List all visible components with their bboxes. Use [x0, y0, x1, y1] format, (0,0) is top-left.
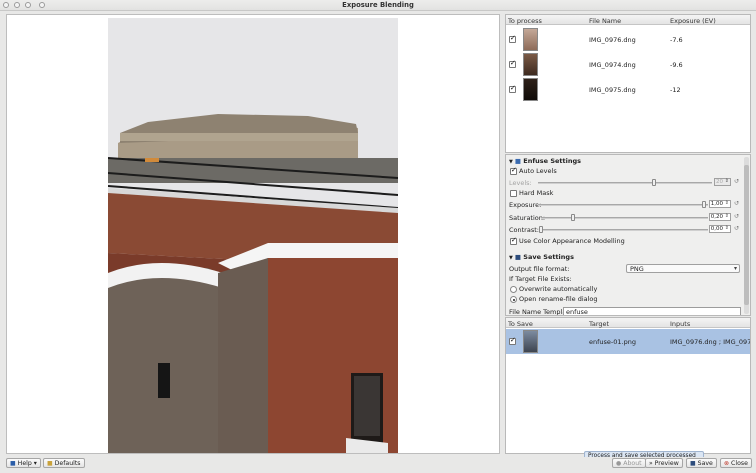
col-file-name[interactable]: File Name	[589, 17, 621, 25]
help-icon: ■	[10, 460, 16, 467]
gear-icon: ■	[514, 157, 522, 165]
file-name: IMG_0974.dng	[589, 61, 636, 69]
preview-icon: »	[649, 460, 653, 467]
file-name: IMG_0976.dng	[589, 36, 636, 44]
saturation-label: Saturation:	[509, 214, 546, 222]
template-input[interactable]: enfuse	[563, 307, 741, 315]
save-checkbox[interactable]	[509, 336, 516, 345]
save-disk-icon: ■	[514, 253, 522, 261]
contrast-slider[interactable]	[539, 226, 708, 233]
thumbnail	[523, 28, 538, 51]
levels-spinbox[interactable]: 20	[714, 178, 731, 186]
exposure-label: Exposure:	[509, 201, 542, 209]
table-row[interactable]: enfuse-01.png IMG_0976.dng ; IMG_0974.d.…	[506, 329, 750, 354]
ciecam-label: Use Color Appearance Modelling	[519, 237, 625, 245]
if-exists-label: If Target File Exists:	[509, 275, 572, 283]
col-target[interactable]: Target	[589, 320, 609, 328]
levels-label: Levels:	[509, 179, 532, 187]
save-disk-icon: ■	[690, 460, 696, 467]
process-checkbox[interactable]	[509, 59, 516, 68]
overwrite-label: Overwrite automatically	[519, 285, 598, 293]
button-bar: ■ Help ▾ ■ Defaults ● About » Preview ■ Save …	[0, 457, 756, 473]
col-to-save[interactable]: To Save	[508, 320, 533, 328]
file-name: IMG_0975.dng	[589, 86, 636, 94]
inputs-value: IMG_0976.dng ; IMG_0974.d...	[670, 338, 750, 346]
reset-icon[interactable]: ↺	[733, 225, 740, 233]
hard-mask-label: Hard Mask	[519, 189, 554, 197]
target-name: enfuse-01.png	[589, 338, 636, 346]
output-format-label: Output file format:	[509, 265, 570, 273]
list-item[interactable]: IMG_0976.dng -7.6	[506, 27, 750, 52]
process-list-header: To process File Name Exposure (EV)	[506, 15, 750, 25]
about-button[interactable]: ● About	[612, 458, 646, 468]
defaults-button[interactable]: ■ Defaults	[43, 458, 85, 468]
process-checkbox[interactable]	[509, 34, 516, 43]
about-icon: ●	[616, 460, 622, 467]
col-inputs[interactable]: Inputs	[670, 320, 690, 328]
col-exposure[interactable]: Exposure (EV)	[670, 17, 716, 25]
collapse-arrow-icon: ▼	[509, 159, 513, 165]
enfuse-settings-title: Enfuse Settings	[523, 157, 582, 165]
list-item[interactable]: IMG_0974.dng -9.6	[506, 52, 750, 77]
overwrite-radio[interactable]	[510, 286, 517, 293]
window-title: Exposure Blending	[342, 1, 414, 9]
col-to-process[interactable]: To process	[508, 17, 542, 25]
reset-icon[interactable]: ↺	[733, 200, 740, 208]
exposure-value: -9.6	[670, 61, 683, 69]
process-list: To process File Name Exposure (EV) IMG_0…	[505, 14, 751, 153]
auto-levels-label: Auto Levels	[519, 167, 557, 175]
exposure-slider[interactable]	[538, 201, 708, 208]
saturation-spinbox[interactable]: 0,20	[709, 213, 731, 221]
rename-radio[interactable]	[510, 296, 517, 303]
levels-slider[interactable]	[538, 179, 712, 186]
thumbnail	[523, 53, 538, 76]
output-format-select[interactable]: PNG	[626, 264, 740, 273]
save-settings-header[interactable]: ▼ ■ Save Settings	[509, 253, 574, 261]
auto-levels-checkbox[interactable]	[510, 166, 517, 175]
thumbnail	[523, 78, 538, 101]
reset-icon[interactable]: ↺	[733, 178, 740, 186]
contrast-label: Contrast:	[509, 226, 539, 234]
save-settings-title: Save Settings	[523, 253, 574, 261]
preview-image	[108, 18, 398, 453]
save-button[interactable]: ■ Save	[686, 458, 717, 468]
rename-label: Open rename-file dialog	[519, 295, 598, 303]
close-icon: ⊗	[724, 460, 730, 467]
enfuse-settings-header[interactable]: ▼ ■ Enfuse Settings	[509, 157, 581, 165]
window-titlebar: Exposure Blending	[0, 0, 756, 11]
collapse-arrow-icon: ▼	[509, 255, 513, 261]
preview-area	[6, 14, 500, 454]
reset-icon[interactable]: ↺	[733, 213, 740, 221]
contrast-spinbox[interactable]: 0,00	[709, 225, 731, 233]
exposure-spinbox[interactable]: 1,00	[709, 200, 731, 208]
settings-scrollbar[interactable]	[744, 157, 749, 314]
exposure-value: -7.6	[670, 36, 683, 44]
close-button[interactable]: ⊗ Close	[720, 458, 752, 468]
exposure-value: -12	[670, 86, 681, 94]
settings-panel: ▼■ Enfuse Settings Auto Levels Levels: 2…	[505, 154, 751, 316]
thumbnail	[523, 330, 538, 353]
process-checkbox[interactable]	[509, 84, 516, 93]
preview-button[interactable]: » Preview	[645, 458, 683, 468]
save-list-header: To Save Target Inputs	[506, 318, 750, 328]
defaults-icon: ■	[47, 460, 53, 467]
list-item[interactable]: IMG_0975.dng -12	[506, 77, 750, 102]
help-button[interactable]: ■ Help ▾	[6, 458, 41, 468]
ciecam-checkbox[interactable]	[510, 236, 517, 245]
saturation-slider[interactable]	[541, 214, 708, 221]
save-list: To Save Target Inputs enfuse-01.png IMG_…	[505, 317, 751, 454]
hard-mask-checkbox[interactable]	[510, 190, 517, 197]
